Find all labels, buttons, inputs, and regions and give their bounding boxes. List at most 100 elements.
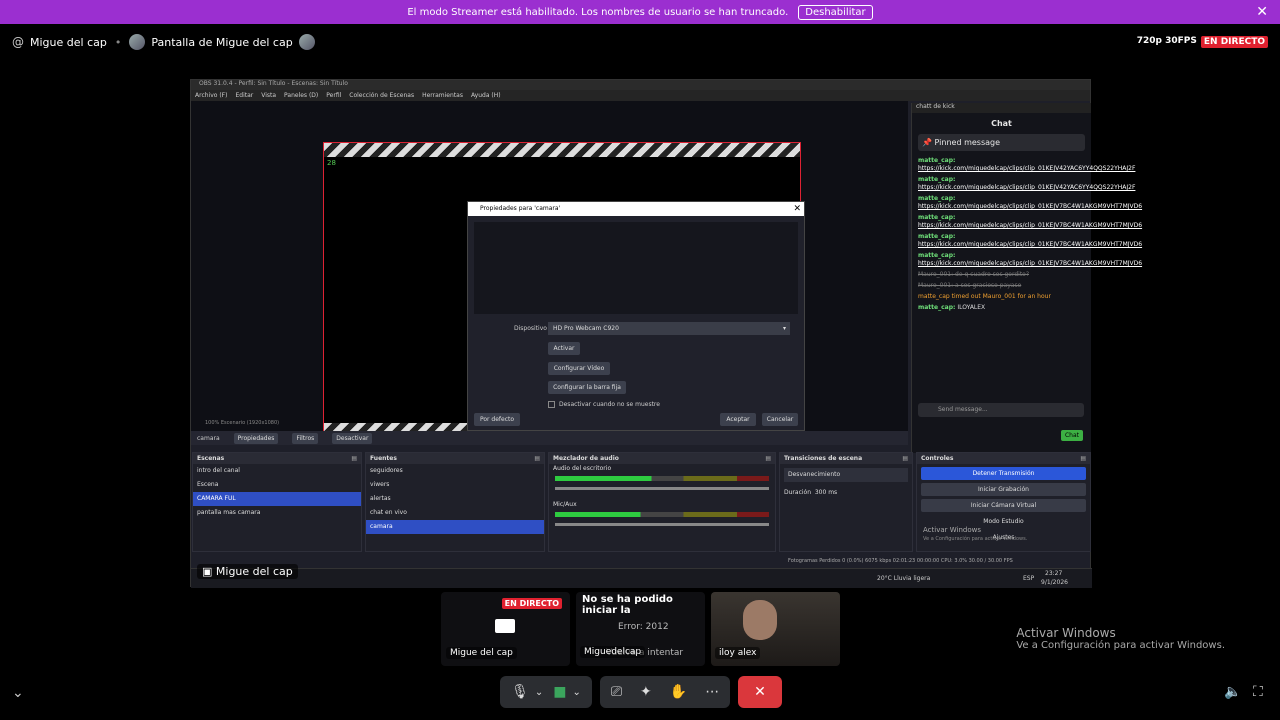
stream-nameplate: ▣ Migue del cap bbox=[197, 564, 298, 579]
chat-dock-title: chatt de kick bbox=[912, 103, 1091, 113]
dock-title: Transiciones de escena ▤ bbox=[780, 453, 912, 464]
menu-item[interactable]: Archivo (F) bbox=[195, 92, 227, 99]
activate-button[interactable]: Activar bbox=[548, 342, 580, 355]
channel-name[interactable]: Migue del cap bbox=[30, 36, 107, 49]
chat-send-button[interactable]: Chat bbox=[1060, 430, 1083, 441]
clock-time[interactable]: 23:27 bbox=[1045, 570, 1062, 577]
configure-bar-button[interactable]: Configurar la barra fija bbox=[548, 381, 626, 394]
menu-item[interactable]: Paneles (D) bbox=[284, 92, 318, 99]
menu-item[interactable]: Ayuda (H) bbox=[471, 92, 501, 99]
accept-button[interactable]: Aceptar bbox=[720, 413, 756, 426]
defaults-button[interactable]: Por defecto bbox=[474, 413, 520, 426]
chat-link[interactable]: https://kick.com/miguedelcap/clips/clip_… bbox=[918, 184, 1135, 191]
dialog-preview bbox=[474, 222, 798, 314]
streamer-mode-banner: El modo Streamer está habilitado. Los no… bbox=[0, 0, 1280, 24]
chat-user: matte_cap: bbox=[918, 176, 956, 183]
chevron-down-icon[interactable]: ⌄ bbox=[535, 687, 543, 698]
source-item[interactable]: camara bbox=[366, 520, 544, 534]
chat-message: matte_cap: https://kick.com/miguedelcap/… bbox=[918, 233, 1142, 249]
weather[interactable]: 20°C Lluvia ligera bbox=[877, 575, 930, 582]
source-item[interactable]: viwers bbox=[366, 478, 544, 492]
filters-button[interactable]: Filtros bbox=[292, 432, 319, 444]
scene-item[interactable]: CAMARA FUL bbox=[193, 492, 361, 506]
virtual-camera-button[interactable]: Iniciar Cámara Virtual bbox=[921, 499, 1086, 512]
clock-date[interactable]: 9/1/2026 bbox=[1041, 579, 1068, 586]
chat-link[interactable]: https://kick.com/miguedelcap/clips/clip_… bbox=[918, 241, 1142, 248]
camera-badge: 28 bbox=[327, 159, 336, 167]
camera-icon[interactable]: ■ bbox=[553, 684, 566, 700]
stream-owner: Migue del cap bbox=[215, 565, 293, 578]
disable-streamer-button[interactable]: Deshabilitar bbox=[798, 4, 873, 20]
dock-title: Fuentes ▤ bbox=[366, 453, 544, 464]
duration-value[interactable]: 300 ms bbox=[815, 489, 837, 496]
speaker-icon[interactable]: 🔈 bbox=[1224, 684, 1241, 700]
duration-label: Duración bbox=[784, 489, 812, 496]
scene-item[interactable]: Escena bbox=[193, 478, 361, 492]
chat-user: matte_cap: bbox=[918, 157, 956, 164]
device-select[interactable]: HD Pro Webcam C920 ▾ bbox=[548, 322, 790, 335]
transition-select[interactable]: Desvanecimiento bbox=[784, 468, 908, 482]
menu-item[interactable]: Herramientas bbox=[422, 92, 463, 99]
stop-stream-button[interactable]: Detener Transmisión bbox=[921, 467, 1086, 480]
hazard-stripes bbox=[324, 143, 800, 157]
soundboard-icon[interactable]: ✋ bbox=[670, 684, 687, 700]
chat-link[interactable]: https://kick.com/miguedelcap/clips/clip_… bbox=[918, 222, 1142, 229]
chevron-down-icon[interactable]: ⌄ bbox=[573, 687, 581, 698]
more-icon[interactable]: ⋯ bbox=[705, 684, 719, 700]
participant-tile[interactable]: iloy alex bbox=[711, 592, 840, 666]
avatar bbox=[298, 34, 315, 50]
live-badge: EN DIRECTO bbox=[501, 598, 562, 609]
close-icon[interactable]: ✕ bbox=[793, 202, 801, 216]
chat-user: matte_cap: bbox=[918, 195, 956, 202]
scene-item[interactable]: pantalla mas camara bbox=[193, 506, 361, 520]
menu-item[interactable]: Vista bbox=[261, 92, 276, 99]
sources-dock: Fuentes ▤ seguidores viwers alertas chat … bbox=[365, 452, 545, 552]
chat-link[interactable]: https://kick.com/miguedelcap/clips/clip_… bbox=[918, 165, 1135, 172]
participant-tile[interactable]: No se ha podido iniciar la Error: 2012 V… bbox=[576, 592, 705, 666]
dock-title: Escenas ▤ bbox=[193, 453, 361, 464]
scene-item[interactable]: intro del canal bbox=[193, 464, 361, 478]
properties-button[interactable]: Propiedades bbox=[233, 432, 279, 444]
obs-window: OBS 31.0.4 - Perfil: Sin Título - Escena… bbox=[190, 79, 1142, 588]
share-screen-icon[interactable]: ⎚ bbox=[611, 684, 622, 700]
participant-name: iloy alex bbox=[715, 647, 761, 659]
source-item[interactable]: chat en vivo bbox=[366, 506, 544, 520]
quality-label: 720p 30FPS bbox=[1136, 36, 1197, 46]
mic-camera-group: 🎙 ⌄ ■ ⌄ bbox=[500, 676, 592, 708]
action-group: ⎚ ✦ ✋ ⋯ bbox=[600, 676, 730, 708]
close-icon[interactable]: ✕ bbox=[1256, 4, 1268, 20]
deactivate-button[interactable]: Desactivar bbox=[332, 432, 373, 444]
fullscreen-icon[interactable]: ⛶ bbox=[1253, 684, 1263, 700]
configure-video-button[interactable]: Configurar Vídeo bbox=[548, 362, 610, 375]
chat-link[interactable]: https://kick.com/miguedelcap/clips/clip_… bbox=[918, 260, 1142, 267]
chat-link[interactable]: https://kick.com/miguedelcap/clips/clip_… bbox=[918, 203, 1142, 210]
controls-dock: Controles ▤ Detener Transmisión Iniciar G… bbox=[916, 452, 1091, 552]
live-badge: EN DIRECTO bbox=[1200, 36, 1268, 48]
timeout-notice: matte_cap timed out Mauro_001 for an hou… bbox=[918, 293, 1051, 300]
menu-item[interactable]: Perfil bbox=[326, 92, 341, 99]
pinned-message[interactable]: 📌 Pinned message bbox=[918, 134, 1085, 151]
volume-slider[interactable] bbox=[555, 523, 769, 526]
deactivate-checkbox[interactable] bbox=[548, 401, 555, 408]
disconnect-button[interactable]: ✕ bbox=[738, 676, 782, 708]
participant-tile[interactable]: EN DIRECTO Migue del cap bbox=[441, 592, 570, 666]
menu-item[interactable]: Colección de Escenas bbox=[349, 92, 414, 99]
source-item[interactable]: alertas bbox=[366, 492, 544, 506]
source-item[interactable]: seguidores bbox=[366, 464, 544, 478]
device-label: Dispositivo bbox=[514, 325, 547, 332]
volume-slider[interactable] bbox=[555, 487, 769, 490]
activate-windows-watermark: Activar Windows Ve a Configuración para … bbox=[1016, 626, 1225, 651]
menu-item[interactable]: Editar bbox=[235, 92, 253, 99]
microphone-icon[interactable]: 🎙 bbox=[511, 684, 529, 700]
obs-titlebar: OBS 31.0.4 - Perfil: Sin Título - Escena… bbox=[191, 80, 1090, 90]
dock-title: Mezclador de audio ▤ bbox=[549, 453, 775, 464]
language[interactable]: ESP bbox=[1023, 575, 1034, 582]
chat-message: matte_cap: ILOYALEX bbox=[918, 304, 1085, 312]
chevron-down-icon[interactable]: ⌄ bbox=[12, 685, 24, 701]
chat-input[interactable]: Send message... bbox=[918, 403, 1084, 417]
chat-message: matte_cap: https://kick.com/miguedelcap/… bbox=[918, 195, 1142, 211]
activities-icon[interactable]: ✦ bbox=[640, 684, 652, 700]
cancel-button[interactable]: Cancelar bbox=[762, 413, 798, 426]
source-toolbar: camara Propiedades Filtros Desactivar bbox=[191, 431, 908, 445]
start-recording-button[interactable]: Iniciar Grabación bbox=[921, 483, 1086, 496]
